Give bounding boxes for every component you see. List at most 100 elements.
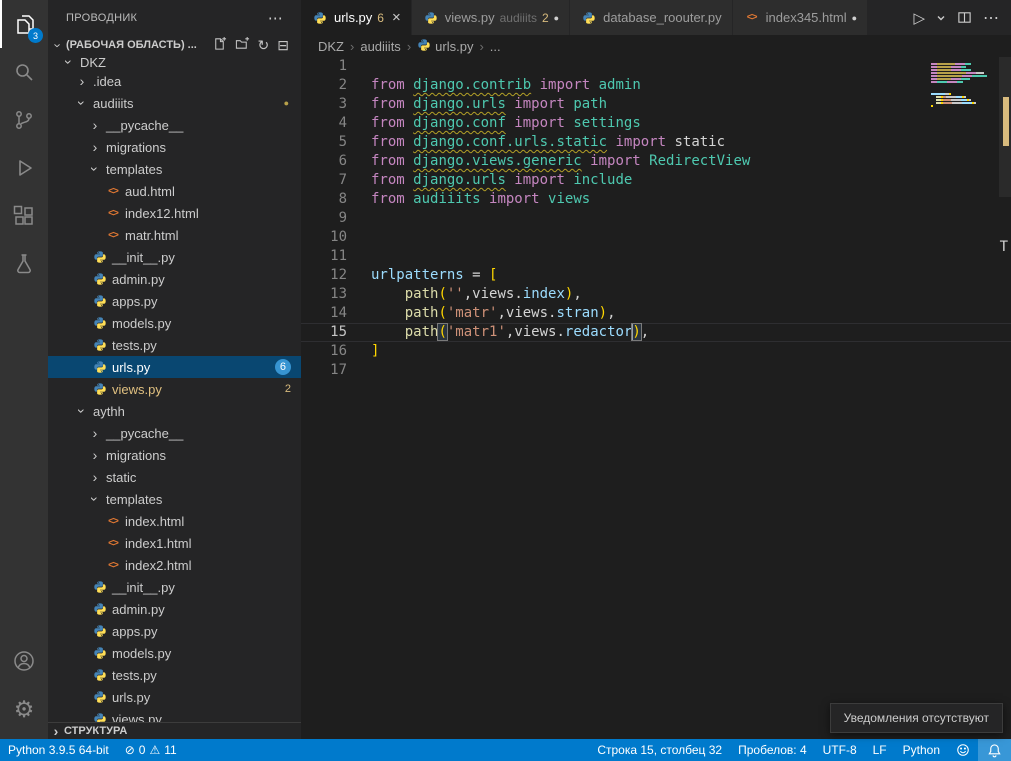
tree-file-index12.html[interactable]: <>index12.html (48, 202, 301, 224)
code-line-5[interactable]: 5from django.conf.urls.static import sta… (301, 133, 1011, 152)
tree-file-__init__.py[interactable]: __init__.py (48, 246, 301, 268)
tree-folder-templates[interactable]: ›templates (48, 158, 301, 180)
new-file-icon[interactable] (212, 36, 227, 54)
code-line-13[interactable]: 13 path('',views.index), (301, 285, 1011, 304)
tab-database_roouter.py[interactable]: database_roouter.py (570, 0, 733, 35)
tree-file-tests.py[interactable]: tests.py (48, 334, 301, 356)
code-line-9[interactable]: 9 (301, 209, 1011, 228)
code-line-12[interactable]: 12urlpatterns = [ (301, 266, 1011, 285)
notification-toast[interactable]: Уведомления отсутствуют (830, 703, 1003, 733)
code-line-8[interactable]: 8from audiiits import views (301, 190, 1011, 209)
activity-account-icon[interactable] (0, 637, 48, 685)
tree-folder-aythh[interactable]: ›aythh (48, 400, 301, 422)
code-line-4[interactable]: 4from django.conf import settings (301, 114, 1011, 133)
activity-search-icon[interactable] (0, 48, 48, 96)
tree-file-views.py[interactable]: views.py (48, 708, 301, 722)
code-line-15[interactable]: 15 path('matr1',views.redactor), (301, 323, 1011, 342)
tab-views.py[interactable]: views.pyaudiiits2● (412, 0, 570, 35)
tree-file-index.html[interactable]: <>index.html (48, 510, 301, 532)
tree-file-matr.html[interactable]: <>matr.html (48, 224, 301, 246)
tree-folder-.idea[interactable]: ›.idea (48, 70, 301, 92)
code-line-17[interactable]: 17 (301, 361, 1011, 380)
activity-extensions-icon[interactable] (0, 192, 48, 240)
tree-item-label: models.py (112, 646, 171, 661)
more-actions-button[interactable]: ⋯ (983, 8, 999, 28)
code-line-16[interactable]: 16] (301, 342, 1011, 361)
tree-file-admin.py[interactable]: admin.py (48, 268, 301, 290)
tree-item-label: templates (106, 492, 162, 507)
error-count: 0 (139, 743, 146, 757)
breadcrumb-item[interactable]: audiiits (360, 39, 400, 54)
tree-item-label: migrations (106, 140, 166, 155)
tree-file-models.py[interactable]: models.py (48, 642, 301, 664)
tree-folder-__pycache__[interactable]: ›__pycache__ (48, 422, 301, 444)
tree-file-admin.py[interactable]: admin.py (48, 598, 301, 620)
code-line-14[interactable]: 14 path('matr',views.stran), (301, 304, 1011, 323)
eol[interactable]: LF (865, 739, 895, 761)
feedback-smiley-icon[interactable] (948, 739, 978, 761)
tree-file-models.py[interactable]: models.py (48, 312, 301, 334)
activity-testing-icon[interactable] (0, 240, 48, 288)
indentation[interactable]: Пробелов: 4 (730, 739, 815, 761)
tree-folder-audiiits[interactable]: ›audiiits● (48, 92, 301, 114)
split-editor-button[interactable] (957, 10, 972, 25)
activity-run-debug-icon[interactable] (0, 144, 48, 192)
tree-file-tests.py[interactable]: tests.py (48, 664, 301, 686)
breadcrumb-item[interactable]: ... (490, 39, 501, 54)
refresh-icon[interactable]: ↻ (258, 38, 270, 53)
tree-folder-__pycache__[interactable]: ›__pycache__ (48, 114, 301, 136)
tree-file-views.py[interactable]: views.py2 (48, 378, 301, 400)
notifications-bell-icon[interactable] (978, 739, 1011, 761)
tree-file-aud.html[interactable]: <>aud.html (48, 180, 301, 202)
views-more-actions-icon[interactable]: ⋯ (268, 9, 283, 27)
sidebar-title: ПРОВОДНИК (66, 12, 137, 24)
breadcrumb-item[interactable]: urls.py (417, 38, 473, 55)
code-editor[interactable]: 12from django.contrib import admin3from … (301, 57, 1011, 739)
problems-indicator[interactable]: ⊘ 0 ⚠ 11 (117, 739, 185, 761)
line-text: path('',views.index), (371, 285, 582, 304)
dirty-indicator-icon: ● (852, 13, 857, 23)
close-tab-icon[interactable]: × (392, 9, 401, 26)
minimap[interactable] (931, 60, 995, 111)
tree-folder-static[interactable]: ›static (48, 466, 301, 488)
code-line-11[interactable]: 11 (301, 247, 1011, 266)
code-line-10[interactable]: 10 (301, 228, 1011, 247)
tree-folder-migrations[interactable]: ›migrations (48, 444, 301, 466)
tree-file-index2.html[interactable]: <>index2.html (48, 554, 301, 576)
code-line-1[interactable]: 1 (301, 57, 1011, 76)
new-folder-icon[interactable] (235, 36, 250, 54)
encoding[interactable]: UTF-8 (815, 739, 865, 761)
tree-file-urls.py[interactable]: urls.py (48, 686, 301, 708)
activity-explorer-icon[interactable]: 3 (0, 0, 48, 48)
tree-folder-DKZ[interactable]: ›DKZ (48, 55, 301, 70)
python-interpreter[interactable]: Python 3.9.5 64-bit (0, 739, 117, 761)
collapse-all-icon[interactable]: ⊟ (277, 38, 289, 53)
tree-file-apps.py[interactable]: apps.py (48, 620, 301, 642)
tab-urls.py[interactable]: urls.py6× (301, 0, 412, 35)
breadcrumb-item[interactable]: DKZ (318, 39, 344, 54)
tree-file-apps.py[interactable]: apps.py (48, 290, 301, 312)
code-line-2[interactable]: 2from django.contrib import admin (301, 76, 1011, 95)
warning-mark (1003, 137, 1009, 146)
code-line-6[interactable]: 6from django.views.generic import Redire… (301, 152, 1011, 171)
cursor-position[interactable]: Строка 15, столбец 32 (589, 739, 730, 761)
tree-folder-templates[interactable]: ›templates (48, 488, 301, 510)
outline-section-header[interactable]: › СТРУКТУРА (48, 722, 301, 739)
activity-manage-icon[interactable]: ⚙ (0, 685, 48, 733)
tree-item-label: matr.html (125, 228, 178, 243)
breadcrumb-label: ... (490, 39, 501, 54)
activity-source-control-icon[interactable] (0, 96, 48, 144)
tree-file-__init__.py[interactable]: __init__.py (48, 576, 301, 598)
code-line-3[interactable]: 3from django.urls import path (301, 95, 1011, 114)
tree-file-urls.py[interactable]: urls.py6 (48, 356, 301, 378)
code-line-7[interactable]: 7from django.urls import include (301, 171, 1011, 190)
tree-folder-migrations[interactable]: ›migrations (48, 136, 301, 158)
workspace-section-header[interactable]: › (РАБОЧАЯ ОБЛАСТЬ) ... ↻⊟ (48, 35, 301, 55)
run-button[interactable]: ▷ (913, 9, 925, 27)
line-text: ] (371, 342, 379, 361)
tab-index345.html[interactable]: <>index345.html● (733, 0, 868, 35)
run-dropdown-button[interactable] (936, 13, 946, 23)
tree-file-index1.html[interactable]: <>index1.html (48, 532, 301, 554)
language-mode[interactable]: Python (895, 739, 948, 761)
chevron-right-icon: › (87, 470, 103, 484)
